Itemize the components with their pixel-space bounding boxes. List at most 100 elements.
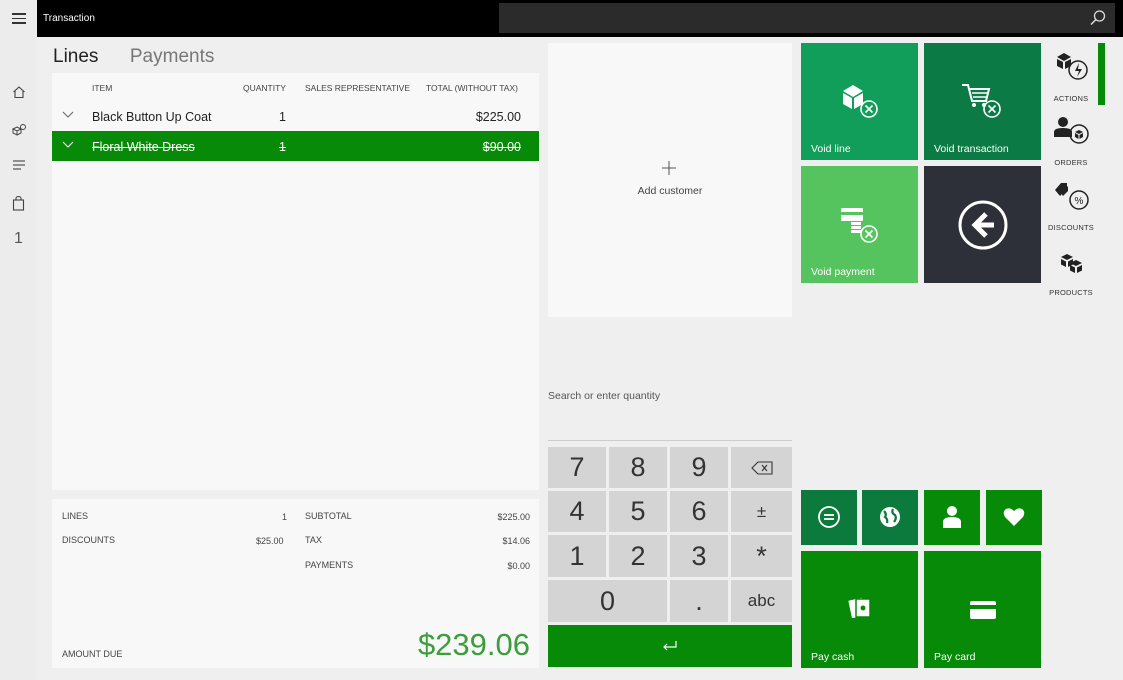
column-quantity[interactable]: QUANTITY (243, 83, 286, 93)
heart-icon (1003, 508, 1025, 526)
key-8[interactable]: 8 (609, 447, 667, 488)
home-button[interactable] (0, 77, 37, 107)
transaction-nav-button[interactable] (0, 150, 37, 180)
void-line-label: Void line (811, 143, 851, 155)
shopping-bag-icon (12, 195, 25, 211)
actions-icon (1057, 53, 1088, 80)
pay-card-button[interactable]: Pay card (924, 551, 1041, 668)
column-item[interactable]: ITEM (92, 83, 112, 93)
key-5[interactable]: 5 (609, 491, 667, 532)
key-0[interactable]: 0 (548, 580, 667, 622)
totals-panel: LINES 1 DISCOUNTS $25.00 SUBTOTAL $225.0… (52, 499, 539, 668)
chevron-down-icon[interactable] (62, 138, 74, 150)
amount-due-label: AMOUNT DUE (62, 649, 123, 659)
void-payment-button[interactable]: Void payment (801, 166, 918, 283)
void-line-icon (843, 85, 878, 118)
back-button[interactable] (924, 166, 1041, 283)
tax-value: $14.06 (502, 536, 530, 546)
key-3[interactable]: 3 (670, 535, 728, 577)
void-line-button[interactable]: Void line (801, 43, 918, 160)
back-arrow-icon (958, 200, 1008, 250)
menu-button[interactable] (0, 0, 37, 37)
lines-count-label: LINES (62, 511, 89, 521)
void-payment-icon (841, 208, 878, 243)
cart-nav-button[interactable] (0, 188, 37, 218)
search-input[interactable] (499, 3, 1115, 33)
subtotal-value: $225.00 (497, 512, 530, 522)
table-row[interactable]: Floral White Dress 1 $90.00 (52, 131, 539, 161)
search-icon[interactable] (1089, 9, 1107, 27)
lines-payments-tabs: Lines Payments (53, 46, 241, 72)
category-orders[interactable]: ORDERS (1045, 115, 1097, 167)
key-7[interactable]: 7 (548, 447, 606, 488)
enter-button[interactable] (548, 625, 792, 667)
home-icon (12, 86, 25, 99)
plus-icon (662, 161, 676, 175)
void-transaction-label: Void transaction (934, 143, 1009, 155)
lines-header: ITEM QUANTITY SALES REPRESENTATIVE TOTAL… (52, 73, 539, 101)
pay-card-label: Pay card (934, 651, 976, 663)
customer-button[interactable] (924, 490, 980, 545)
quantity-search-input[interactable]: Search or enter quantity (548, 388, 792, 441)
cash-icon (848, 597, 871, 619)
category-products[interactable]: PRODUCTS (1045, 251, 1097, 297)
chevron-down-icon[interactable] (62, 108, 74, 120)
category-discounts[interactable]: % DISCOUNTS (1045, 180, 1097, 232)
payments-label: PAYMENTS (305, 560, 354, 570)
line-item-name: Floral White Dress (92, 140, 195, 154)
backspace-icon (750, 460, 773, 475)
lines-grid: ITEM QUANTITY SALES REPRESENTATIVE TOTAL… (52, 73, 539, 490)
multiply-key[interactable]: * (731, 535, 792, 577)
key-9[interactable]: 9 (670, 447, 728, 488)
pay-cash-label: Pay cash (811, 651, 855, 663)
category-orders-label: ORDERS (1054, 158, 1088, 167)
column-total[interactable]: TOTAL (WITHOUT TAX) (426, 83, 518, 93)
products-icon (11, 124, 26, 136)
tab-payments[interactable]: Payments (130, 46, 214, 68)
category-discounts-label: DISCOUNTS (1048, 223, 1094, 232)
equals-button[interactable] (801, 490, 857, 545)
tab-lines[interactable]: Lines (53, 46, 98, 68)
line-item-quantity: 1 (279, 110, 286, 124)
pay-cash-button[interactable]: Pay cash (801, 551, 918, 668)
discounts-value: $25.00 (256, 536, 284, 546)
column-sales-rep[interactable]: SALES REPRESENTATIVE (305, 83, 410, 93)
abc-key[interactable]: abc (731, 580, 792, 622)
discounts-label: DISCOUNTS (62, 535, 116, 545)
products-icon (1061, 254, 1082, 273)
lines-count-value: 1 (282, 512, 288, 522)
key-6[interactable]: 6 (670, 491, 728, 532)
backspace-button[interactable] (731, 447, 792, 488)
line-item-total: $225.00 (475, 110, 521, 124)
table-row[interactable]: Black Button Up Coat 1 $225.00 (52, 101, 539, 131)
category-actions[interactable]: ACTIONS (1045, 51, 1097, 103)
discounts-icon: % (1055, 183, 1089, 210)
left-nav: 1 (0, 37, 37, 680)
void-transaction-button[interactable]: Void transaction (924, 43, 1041, 160)
orders-icon (1054, 117, 1089, 144)
credit-card-icon (970, 601, 996, 619)
key-1[interactable]: 1 (548, 535, 606, 577)
equals-circle-icon (818, 506, 840, 528)
globe-icon (880, 507, 900, 527)
products-nav-button[interactable] (0, 115, 37, 145)
key-4[interactable]: 4 (548, 491, 606, 532)
key-2[interactable]: 2 (609, 535, 667, 577)
globe-button[interactable] (862, 490, 918, 545)
line-item-quantity: 1 (279, 140, 286, 154)
favorite-button[interactable] (986, 490, 1042, 545)
add-customer-label: Add customer (637, 185, 703, 197)
svg-text:%: % (1075, 196, 1084, 207)
add-customer-button[interactable]: Add customer (548, 43, 792, 317)
cart-count: 1 (14, 230, 23, 247)
category-actions-label: ACTIONS (1053, 94, 1089, 103)
title-bar: Transaction (0, 0, 1123, 37)
user-icon (943, 506, 961, 528)
enter-icon (663, 641, 677, 651)
payments-value: $0.00 (507, 561, 530, 571)
plus-minus-key[interactable]: ± (731, 491, 792, 532)
list-icon (12, 160, 25, 170)
quantity-search-placeholder: Search or enter quantity (548, 390, 661, 402)
decimal-key[interactable]: . (670, 580, 728, 622)
line-item-name: Black Button Up Coat (92, 110, 212, 124)
